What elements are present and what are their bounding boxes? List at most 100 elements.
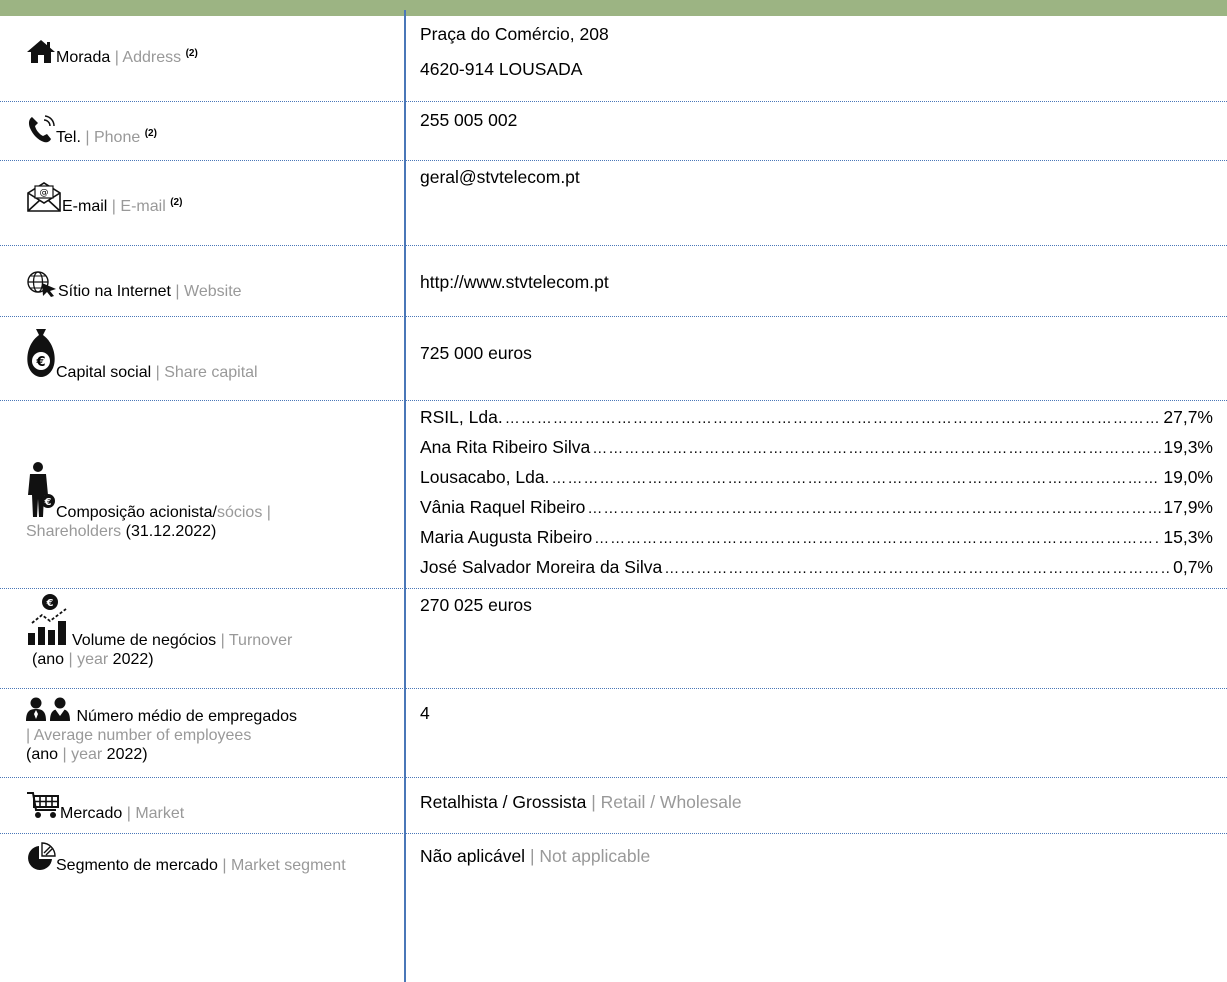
header-bar [0, 0, 1227, 16]
email-label-en: E-mail [120, 198, 166, 215]
shareholder-icon: € [26, 461, 56, 519]
cart-icon [26, 790, 60, 820]
share-capital-label: Capital social [56, 364, 152, 381]
phone-icon [26, 114, 56, 144]
phone-value-cell: 255 005 002 [420, 110, 1210, 130]
address-value-cell: Praça do Comércio, 208 4620-914 LOUSADA [420, 24, 1210, 79]
shareholders-label-cell: € Composição acionista/sócios | Sharehol… [26, 461, 398, 541]
pie-chart-icon [26, 842, 56, 872]
turnover-label: Volume de negócios [72, 632, 217, 649]
phone-label-en: Phone [93, 129, 141, 146]
shareholder-pct: 0,7% [1173, 557, 1213, 577]
shareholder-item: José Salvador Moreira da Silva 0,7% [420, 557, 1213, 587]
shareholder-name: Vânia Raquel Ribeiro [420, 497, 586, 517]
leader-dots [592, 439, 1161, 459]
employees-label-cell: Número médio de empregados | Average num… [26, 697, 398, 764]
shareholder-pct: 27,7% [1163, 407, 1213, 427]
address-note: (2) [185, 48, 198, 59]
website-label-en: Website [184, 283, 242, 300]
shareholders-list: RSIL, Lda. 27,7% Ana Rita Ribeiro Silva 19… [420, 407, 1213, 587]
email-value[interactable]: geral@stvtelecom.pt [420, 167, 1210, 187]
shareholder-name: José Salvador Moreira da Silva [420, 557, 663, 577]
turnover-row: € Volume de negócios | Turnover (ano | y… [0, 589, 1227, 689]
shareholders-row: € Composição acionista/sócios | Sharehol… [0, 401, 1227, 589]
market-segment-row: Segmento de mercado | Market segment Não… [0, 834, 1227, 982]
market-label-cell: Mercado | Market [26, 790, 398, 823]
phone-row: Tel. | Phone (2) 255 005 002 [0, 102, 1227, 161]
svg-text:@: @ [40, 188, 49, 198]
address-line-2: 4620-914 LOUSADA [420, 59, 583, 79]
shareholders-label: Composição acionista/ [56, 504, 217, 521]
phone-label-cell: Tel. | Phone (2) [26, 114, 398, 147]
email-note: (2) [170, 197, 183, 208]
shareholder-item: Vânia Raquel Ribeiro 17,9% [420, 497, 1213, 527]
employees-value-cell: 4 [420, 703, 1210, 723]
employees-label-en: | Average number of employees [26, 727, 252, 744]
market-value-en: Retail / Wholesale [600, 792, 742, 812]
email-row: @ E-mail | E-mail (2) geral@stvtelecom.p… [0, 161, 1227, 246]
market-value: Retalhista / Grossista [420, 792, 587, 812]
leader-dots [664, 559, 1171, 579]
leader-dots [587, 499, 1161, 519]
market-segment-value-cell: Não aplicável | Not applicable [420, 846, 651, 866]
market-segment-label-cell: Segmento de mercado | Market segment [26, 842, 398, 875]
shareholder-name: RSIL, Lda. [420, 407, 503, 427]
shareholder-pct: 17,9% [1163, 497, 1213, 517]
employees-row: Número médio de empregados | Average num… [0, 689, 1227, 778]
turnover-value: 270 025 euros [420, 595, 532, 615]
employees-label: Número médio de empregados [76, 708, 298, 725]
shareholder-name: Ana Rita Ribeiro Silva [420, 437, 591, 457]
share-capital-label-en: Share capital [164, 364, 258, 381]
share-capital-label-cell: € Capital social | Share capital [26, 327, 398, 382]
leader-dots [505, 409, 1162, 429]
shareholder-pct: 15,3% [1163, 527, 1213, 547]
envelope-icon: @ [26, 181, 62, 213]
email-label-cell: @ E-mail | E-mail (2) [26, 181, 398, 216]
share-capital-row: € Capital social | Share capital 725 000… [0, 317, 1227, 401]
svg-text:€: € [46, 598, 54, 609]
website-value-cell: http://www.stvtelecom.pt [420, 272, 1210, 292]
shareholders-date: (31.12.2022) [121, 523, 217, 540]
market-segment-label-en: Market segment [230, 857, 346, 874]
website-label: Sítio na Internet [58, 283, 171, 300]
leader-dots [551, 469, 1161, 489]
phone-note: (2) [144, 128, 157, 139]
share-capital-value-cell: 725 000 euros [420, 343, 1210, 363]
shareholder-pct: 19,3% [1163, 437, 1213, 457]
turnover-label-en: Turnover [228, 632, 293, 649]
website-value[interactable]: http://www.stvtelecom.pt [420, 272, 1210, 292]
shareholder-name: Lousacabo, Lda. [420, 467, 550, 487]
employees-icon [26, 697, 72, 723]
address-line-1: Praça do Comércio, 208 [420, 24, 609, 44]
shareholders-label-en-1: sócios [216, 504, 263, 521]
turnover-label-cell: € Volume de negócios | Turnover (ano | y… [26, 593, 398, 669]
money-bag-icon: € [26, 327, 56, 379]
shareholders-label-en-2: Shareholders [26, 523, 122, 540]
globe-cursor-icon [26, 270, 58, 298]
svg-text:€: € [44, 497, 52, 508]
market-segment-label: Segmento de mercado [56, 857, 218, 874]
market-label-en: Market [135, 805, 185, 822]
shareholder-pct: 19,0% [1163, 467, 1213, 487]
shareholder-item: Maria Augusta Ribeiro 15,3% [420, 527, 1213, 557]
market-value-cell: Retalhista / Grossista | Retail / Wholes… [420, 792, 742, 812]
email-value-cell: geral@stvtelecom.pt [420, 167, 1210, 187]
employees-value: 4 [420, 703, 430, 723]
email-label: E-mail [62, 198, 108, 215]
turnover-value-cell: 270 025 euros [420, 595, 1210, 615]
market-label: Mercado [60, 805, 123, 822]
address-label: Morada [56, 49, 111, 66]
address-label-cell: Morada | Address (2) [26, 38, 398, 67]
address-row: Morada | Address (2) Praça do Comércio, … [0, 16, 1227, 102]
house-icon [26, 38, 56, 64]
website-label-cell: Sítio na Internet | Website [26, 270, 398, 301]
market-row: Mercado | Market Retalhista / Grossista … [0, 778, 1227, 834]
market-segment-value-en: Not applicable [539, 846, 651, 866]
share-capital-value: 725 000 euros [420, 343, 532, 363]
shareholder-item: Ana Rita Ribeiro Silva 19,3% [420, 437, 1213, 467]
shareholder-item: Lousacabo, Lda. 19,0% [420, 467, 1213, 497]
leader-dots [594, 529, 1161, 549]
address-label-en: Address [122, 49, 182, 66]
svg-text:€: € [35, 355, 45, 370]
turnover-chart-icon: € [26, 593, 72, 647]
